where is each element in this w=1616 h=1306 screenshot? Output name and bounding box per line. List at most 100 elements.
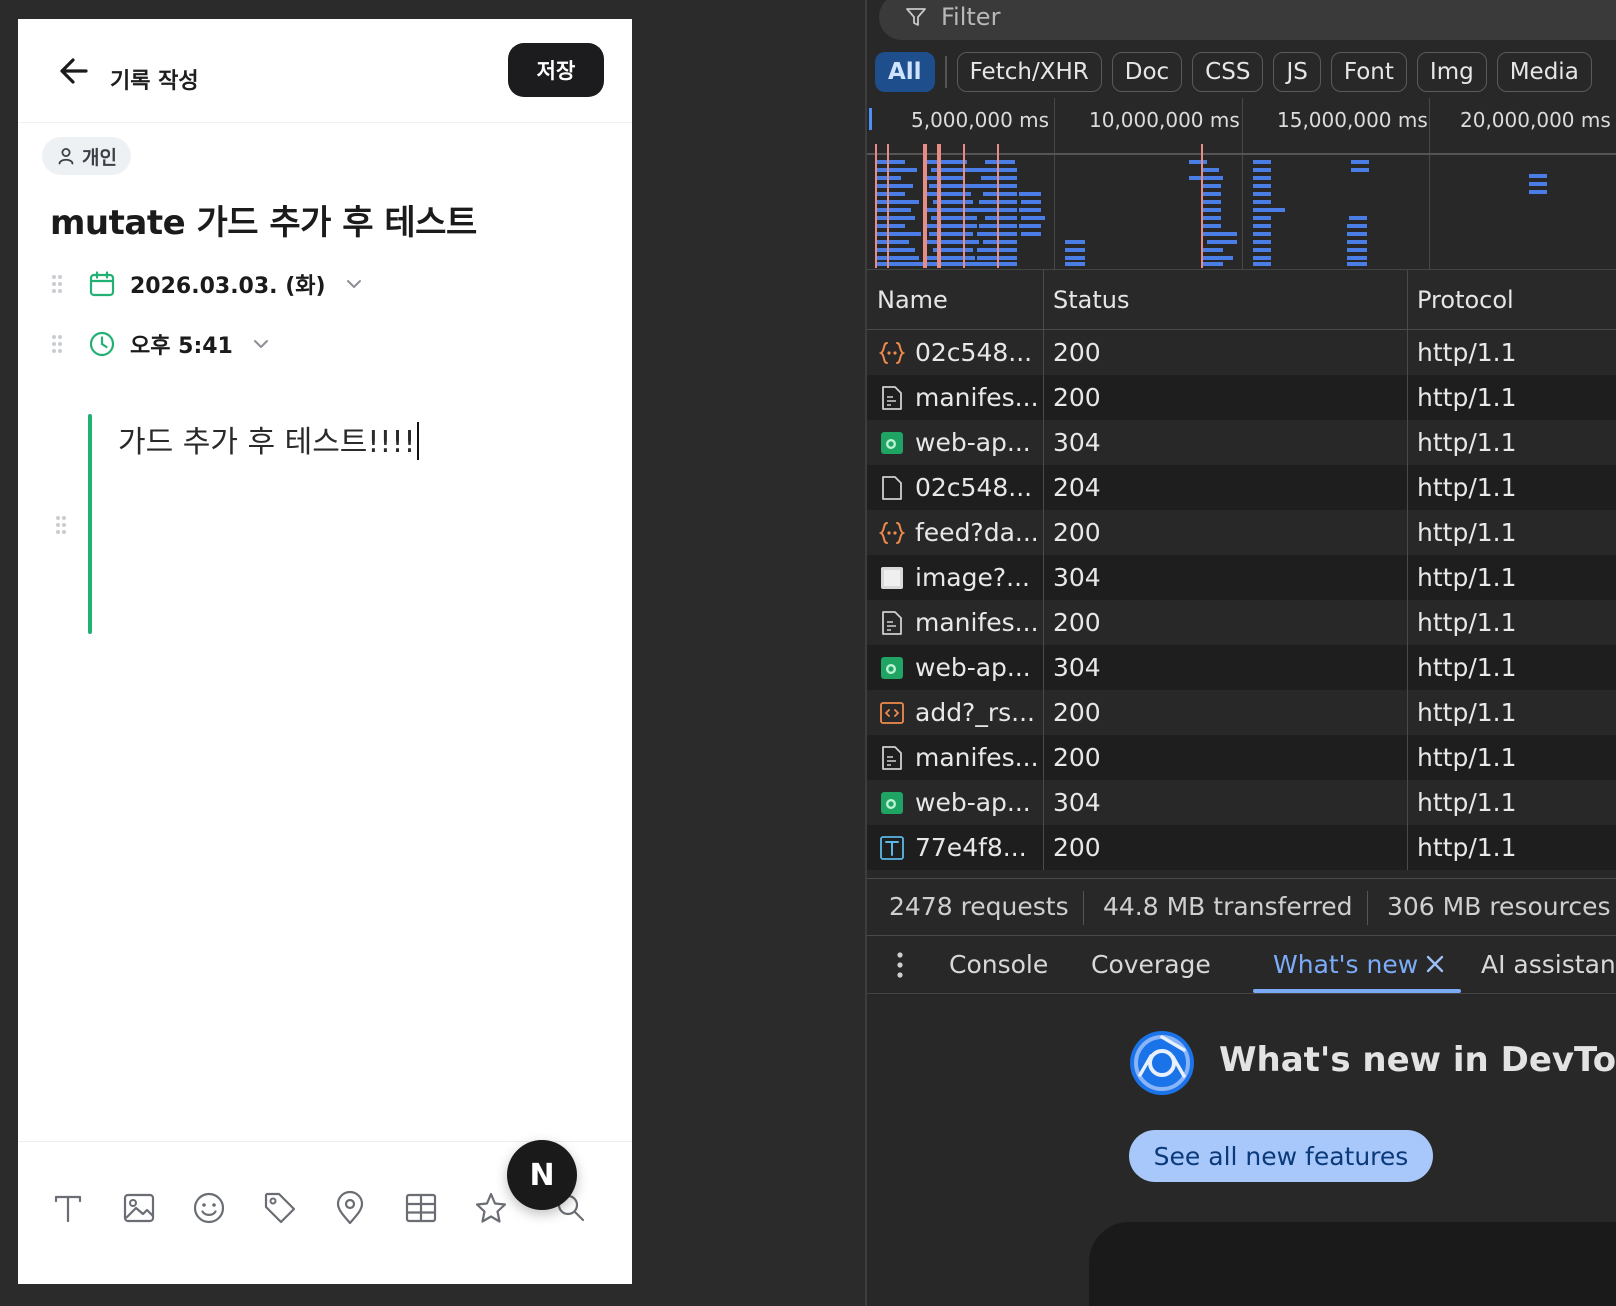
tab-whats-new[interactable]: What's new — [1273, 936, 1418, 994]
request-protocol: http/1.1 — [1417, 518, 1517, 547]
table-row[interactable]: 02c548... 200 http/1.1 — [867, 330, 1616, 375]
filter-chip-doc[interactable]: Doc — [1111, 52, 1183, 92]
note-editor-panel: 기록 작성 저장 개인 mutate 가드 추가 후 테스트 2026.03.0… — [18, 19, 632, 1284]
request-protocol: http/1.1 — [1417, 653, 1517, 682]
chevron-down-icon[interactable] — [344, 274, 364, 294]
back-arrow-icon[interactable] — [54, 51, 94, 91]
chevron-down-icon[interactable] — [251, 334, 271, 354]
column-header-name[interactable]: Name — [877, 270, 948, 330]
app-header: 기록 작성 저장 — [18, 19, 632, 123]
close-icon[interactable] — [1425, 954, 1445, 974]
request-protocol: http/1.1 — [1417, 788, 1517, 817]
request-protocol: http/1.1 — [1417, 383, 1517, 412]
drag-handle-icon[interactable] — [50, 333, 64, 355]
chrome-devtools-logo-icon — [1130, 1031, 1194, 1095]
visibility-chip[interactable]: 개인 — [42, 137, 131, 175]
request-name: web-ap... — [915, 428, 1031, 457]
filter-placeholder: Filter — [941, 3, 1001, 31]
column-header-protocol[interactable]: Protocol — [1417, 270, 1514, 330]
request-status: 200 — [1053, 833, 1101, 862]
time-value: 오후 5:41 — [130, 334, 233, 359]
request-name: feed?da... — [915, 518, 1039, 547]
document-title[interactable]: mutate 가드 추가 후 테스트 — [50, 195, 477, 244]
feature-card — [1089, 1222, 1616, 1306]
table-row[interactable]: manifes... 200 http/1.1 — [867, 735, 1616, 780]
request-protocol: http/1.1 — [1417, 563, 1517, 592]
floating-app-button[interactable]: N — [507, 1140, 577, 1210]
request-status: 304 — [1053, 788, 1101, 817]
body-text: 가드 추가 후 테스트!!!! — [118, 425, 416, 460]
request-status: 304 — [1053, 428, 1101, 457]
network-overview-timeline[interactable]: 5,000,000 ms 10,000,000 ms 15,000,000 ms… — [867, 98, 1616, 270]
network-request-table: Name Status Protocol 02c548... 200 http/1.… — [867, 270, 1616, 870]
request-count: 2478 requests — [889, 892, 1069, 921]
calendar-icon — [89, 271, 115, 297]
table-row[interactable]: image?... 304 http/1.1 — [867, 555, 1616, 600]
tab-ai-assistance[interactable]: AI assistance — [1481, 936, 1616, 994]
clock-icon — [89, 331, 115, 357]
filter-chip-fetch-xhr[interactable]: Fetch/XHR — [956, 52, 1102, 92]
table-header: Name Status Protocol — [867, 270, 1616, 330]
table-row[interactable]: web-ap... 304 http/1.1 — [867, 645, 1616, 690]
location-pin-icon[interactable] — [332, 1190, 368, 1226]
table-row[interactable]: manifes... 200 http/1.1 — [867, 375, 1616, 420]
table-icon[interactable] — [403, 1190, 439, 1226]
filter-chip-img[interactable]: Img — [1416, 52, 1487, 92]
request-protocol: http/1.1 — [1417, 608, 1517, 637]
network-summary-bar: 2478 requests 44.8 MB transferred 306 MB… — [867, 878, 1616, 936]
request-name: web-ap... — [915, 788, 1031, 817]
filter-chip-js[interactable]: JS — [1273, 52, 1321, 92]
drag-handle-icon[interactable] — [54, 514, 68, 536]
page-title: 기록 작성 — [110, 69, 199, 94]
date-row[interactable]: 2026.03.03. (화) — [50, 264, 364, 304]
table-row[interactable]: feed?da... 200 http/1.1 — [867, 510, 1616, 555]
filter-icon — [906, 8, 926, 26]
column-header-status[interactable]: Status — [1053, 270, 1129, 330]
transferred-size: 44.8 MB transferred — [1103, 892, 1353, 921]
filter-chip-all[interactable]: All — [875, 52, 935, 92]
request-status: 200 — [1053, 743, 1101, 772]
emoji-icon[interactable] — [191, 1190, 227, 1226]
request-protocol: http/1.1 — [1417, 338, 1517, 367]
text-icon[interactable] — [50, 1190, 86, 1226]
column-divider[interactable] — [1407, 270, 1408, 870]
timeline-bars — [869, 108, 1547, 268]
request-protocol: http/1.1 — [1417, 473, 1517, 502]
body-editor[interactable]: 가드 추가 후 테스트!!!! — [118, 417, 419, 461]
request-name: manifes... — [915, 383, 1039, 412]
request-status: 200 — [1053, 698, 1101, 727]
tag-icon[interactable] — [262, 1190, 298, 1226]
filter-chip-media[interactable]: Media — [1496, 52, 1592, 92]
more-options-icon[interactable] — [897, 952, 903, 978]
drag-handle-icon[interactable] — [50, 273, 64, 295]
filter-chip-css[interactable]: CSS — [1192, 52, 1264, 92]
tab-console[interactable]: Console — [949, 936, 1048, 994]
table-row[interactable]: add?_rs... 200 http/1.1 — [867, 690, 1616, 735]
whats-new-heading: What's new in DevTools — [1219, 1040, 1616, 1080]
date-value: 2026.03.03. (화) — [130, 274, 326, 299]
table-row[interactable]: web-ap... 304 http/1.1 — [867, 420, 1616, 465]
request-protocol: http/1.1 — [1417, 743, 1517, 772]
divider — [944, 56, 947, 88]
table-row[interactable]: web-ap... 304 http/1.1 — [867, 780, 1616, 825]
tab-coverage[interactable]: Coverage — [1091, 936, 1211, 994]
request-status: 204 — [1053, 473, 1101, 502]
save-button[interactable]: 저장 — [508, 43, 604, 97]
time-row[interactable]: 오후 5:41 — [50, 324, 271, 364]
request-name: image?... — [915, 563, 1030, 592]
table-row[interactable]: manifes... 200 http/1.1 — [867, 600, 1616, 645]
star-icon[interactable] — [473, 1190, 509, 1226]
request-status: 200 — [1053, 608, 1101, 637]
request-status: 200 — [1053, 338, 1101, 367]
image-icon[interactable] — [121, 1190, 157, 1226]
table-row[interactable]: 77e4f8... 200 http/1.1 — [867, 825, 1616, 870]
request-name: 02c548... — [915, 473, 1033, 502]
filter-input[interactable]: Filter — [879, 0, 1616, 40]
text-block-accent-bar — [88, 414, 92, 634]
request-protocol: http/1.1 — [1417, 428, 1517, 457]
see-all-features-button[interactable]: See all new features — [1129, 1130, 1433, 1182]
request-protocol: http/1.1 — [1417, 833, 1517, 862]
column-divider[interactable] — [1043, 270, 1044, 870]
filter-chip-font[interactable]: Font — [1330, 52, 1407, 92]
table-row[interactable]: 02c548... 204 http/1.1 — [867, 465, 1616, 510]
